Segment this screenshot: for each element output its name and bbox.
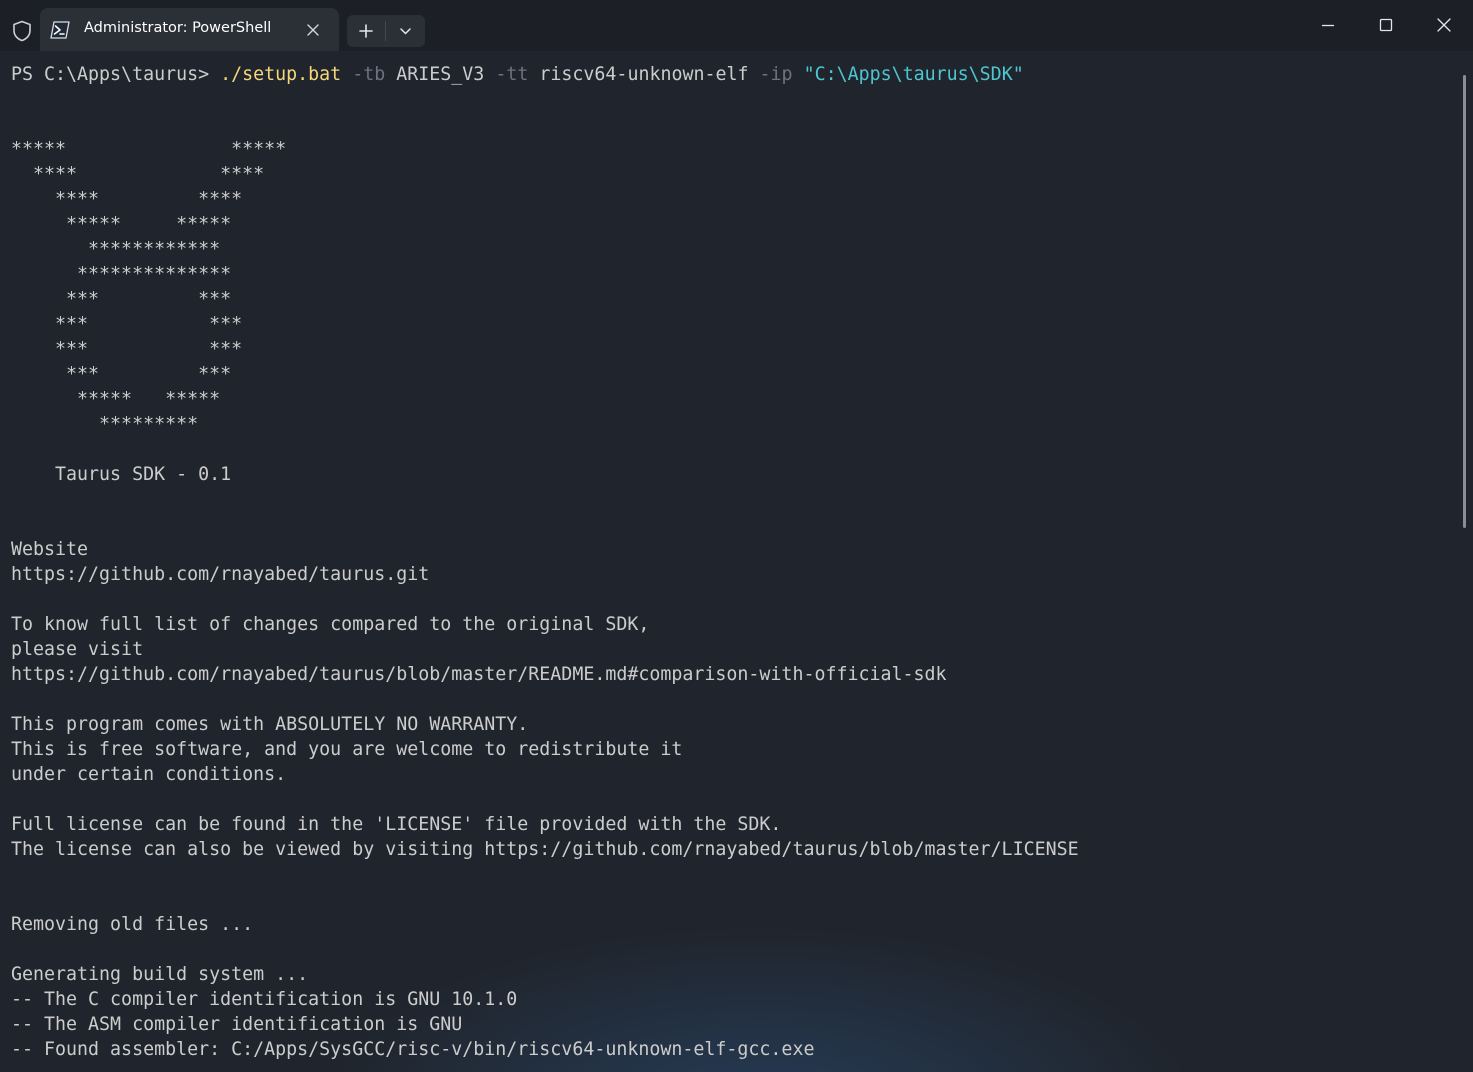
output-line: This program comes with ABSOLUTELY NO WA… <box>11 714 529 735</box>
output-line: please visit <box>11 639 144 660</box>
output-line: ***** ***** <box>11 214 232 235</box>
close-window-button[interactable] <box>1415 0 1473 51</box>
maximize-button[interactable] <box>1357 0 1415 51</box>
arg-value: riscv64-unknown-elf <box>539 64 749 85</box>
tab-powershell[interactable]: Administrator: PowerShell <box>40 8 339 51</box>
close-icon <box>1437 18 1451 32</box>
output-line: Full license can be found in the 'LICENS… <box>11 814 782 835</box>
output-line: This is free software, and you are welco… <box>11 739 683 760</box>
output-line: ***** ***** <box>11 139 287 160</box>
output-line: To know full list of changes compared to… <box>11 614 650 635</box>
output-line: ********* <box>11 414 199 435</box>
scrollbar-thumb[interactable] <box>1463 75 1466 528</box>
output-line: ************ <box>11 239 221 260</box>
command: ./setup.bat <box>220 64 342 85</box>
new-tab-button[interactable] <box>347 15 385 47</box>
tab-title: Administrator: PowerShell <box>84 20 272 36</box>
prompt: PS C:\Apps\taurus> <box>11 64 221 85</box>
tab-dropdown-button[interactable] <box>386 15 425 47</box>
output-line: ***** ***** <box>11 389 221 410</box>
output-lines: ***** ***** **** **** **** **** ***** **… <box>11 87 1451 1062</box>
arg-flag: -tt <box>495 64 529 85</box>
powershell-window: Administrator: PowerShell PS C:\Apps\tau… <box>0 0 1473 1072</box>
output-line: Removing old files ... <box>11 914 254 935</box>
output-line: Taurus SDK - 0.1 <box>11 464 232 485</box>
arg-flag: -ip <box>759 64 793 85</box>
close-tab-button[interactable] <box>302 19 324 41</box>
title-bar[interactable]: Administrator: PowerShell <box>0 0 1473 51</box>
output-line: *** *** <box>11 364 232 385</box>
arg-value: ARIES_V3 <box>396 64 485 85</box>
new-tab-group <box>347 15 425 47</box>
output-line: https://github.com/rnayabed/taurus/blob/… <box>11 664 947 685</box>
command-line: PS C:\Apps\taurus> ./setup.bat -tb ARIES… <box>11 62 1451 87</box>
powershell-icon <box>50 21 70 39</box>
output-line: The license can also be viewed by visiti… <box>11 839 1079 860</box>
minimize-button[interactable] <box>1299 0 1357 51</box>
maximize-icon <box>1379 18 1393 32</box>
output-line: *** *** <box>11 314 243 335</box>
output-line: **** **** <box>11 164 265 185</box>
shield-icon <box>13 20 31 42</box>
output-line: *** *** <box>11 339 243 360</box>
output-line: -- The ASM compiler identification is GN… <box>11 1014 463 1035</box>
output-line: -- The C compiler identification is GNU … <box>11 989 518 1010</box>
output-line: ************** <box>11 264 232 285</box>
arg-string: "C:\Apps\taurus\SDK" <box>803 64 1024 85</box>
terminal-output[interactable]: PS C:\Apps\taurus> ./setup.bat -tb ARIES… <box>11 62 1451 1066</box>
output-line: Website <box>11 539 89 560</box>
output-line: https://github.com/rnayabed/taurus.git <box>11 564 430 585</box>
arg-flag: -tb <box>352 64 386 85</box>
output-line: -- Found assembler: C:/Apps/SysGCC/risc-… <box>11 1039 815 1060</box>
output-line: *** *** <box>11 289 232 310</box>
chevron-down-icon <box>400 28 411 35</box>
plus-icon <box>359 24 373 38</box>
minimize-icon <box>1322 24 1334 27</box>
close-icon <box>307 24 319 36</box>
output-line: Generating build system ... <box>11 964 309 985</box>
output-line: under certain conditions. <box>11 764 287 785</box>
output-line: **** **** <box>11 189 243 210</box>
